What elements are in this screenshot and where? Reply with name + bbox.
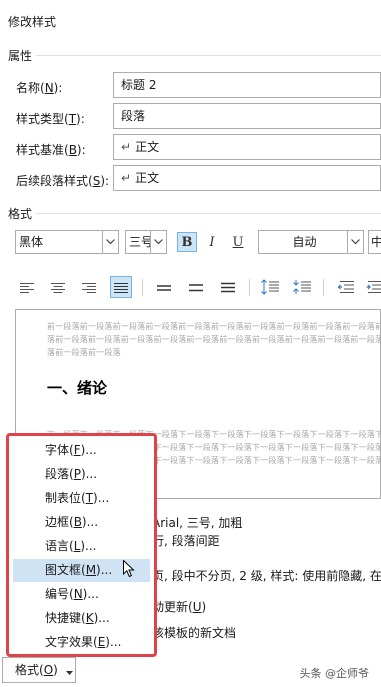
dialog-titlebar	[0, 0, 381, 40]
menu-item-language[interactable]: 语言(L)...	[13, 535, 150, 558]
one-half-spacing-icon[interactable]	[185, 276, 207, 298]
caret-down-icon	[65, 659, 73, 683]
paragraph-mark-icon: ↵	[121, 171, 132, 185]
based-on-label: 样式基准(B):	[16, 143, 86, 157]
style-type-field[interactable]: 段落	[113, 103, 381, 129]
italic-button[interactable]: I	[202, 232, 222, 252]
menu-item-font[interactable]: 字体(F)...	[13, 439, 150, 462]
chevron-down-icon[interactable]	[102, 231, 118, 253]
menu-item-numbering[interactable]: 编号(N)...	[13, 583, 150, 606]
auto-update-checkbox-label[interactable]: 动更新(U)	[152, 598, 206, 615]
format-dropdown-button[interactable]: 格式(O)	[2, 657, 76, 683]
style-description-line: Arial, 三号, 加粗	[152, 516, 243, 530]
properties-section-label: 属性	[8, 49, 33, 63]
menu-item-tabs[interactable]: 制表位(T)...	[13, 487, 150, 510]
new-documents-option-label[interactable]: 该模板的新文档	[152, 624, 236, 641]
dialog-title: 修改样式	[8, 15, 57, 29]
name-field[interactable]: 标题 2	[113, 72, 381, 98]
style-type-label: 样式类型(T):	[16, 112, 85, 126]
toolbar-separator	[323, 279, 324, 296]
paragraph-mark-icon: ↵	[121, 140, 132, 154]
style-description-line: 页, 段中不分页, 2 级, 样式: 使用前隐藏, 在样	[152, 569, 381, 583]
mouse-cursor-icon	[123, 559, 135, 581]
font-color-select[interactable]: 自动	[258, 230, 364, 254]
format-divider	[36, 213, 381, 214]
align-center-icon[interactable]	[47, 276, 69, 298]
format-section-label: 格式	[8, 207, 33, 221]
align-right-icon[interactable]	[78, 276, 100, 298]
justify-icon[interactable]	[110, 276, 132, 298]
menu-item-shortcut-key[interactable]: 快捷键(K)...	[13, 607, 150, 630]
preview-prev-line: 落前一段落前一段落	[47, 348, 121, 357]
properties-divider	[36, 55, 381, 56]
toolbar-separator	[249, 279, 250, 296]
increase-indent-icon[interactable]	[366, 276, 381, 298]
single-spacing-icon[interactable]	[153, 276, 175, 298]
chevron-down-icon[interactable]	[347, 231, 363, 253]
underline-button[interactable]: U	[228, 232, 248, 252]
menu-item-text-effects[interactable]: 文字效果(E)...	[13, 631, 150, 654]
chevron-down-icon[interactable]	[150, 231, 166, 253]
toolbar-separator	[142, 279, 143, 296]
preview-prev-line: 落前一段落前一段落前一段落前一段落前一段落前一段落前一段落前一段落前一段落前一段…	[47, 335, 381, 344]
menu-item-border[interactable]: 边框(B)...	[13, 511, 150, 534]
style-description-line: 行, 段落间距	[152, 534, 220, 548]
bold-button[interactable]: B	[177, 232, 197, 252]
name-label: 名称(N):	[16, 81, 63, 95]
next-style-field[interactable]: ↵ 正文	[113, 165, 381, 191]
next-style-label: 后续段落样式(S):	[16, 174, 110, 188]
size-select[interactable]: 三号	[125, 230, 167, 254]
align-left-icon[interactable]	[16, 276, 38, 298]
decrease-indent-icon[interactable]	[335, 276, 357, 298]
preview-prev-line: 前一段落前一段落前一段落前一段落前一段落前一段落前一段落前一段落前一段落前一段落…	[47, 322, 381, 331]
preview-heading: 一、绪论	[47, 379, 108, 397]
font-select[interactable]: 黑体	[15, 230, 119, 254]
script-select[interactable]: 中	[368, 230, 381, 254]
based-on-field[interactable]: ↵ 正文	[113, 134, 381, 160]
increase-spacing-icon[interactable]	[259, 276, 281, 298]
double-spacing-icon[interactable]	[217, 276, 239, 298]
format-menu: 字体(F)... 段落(P)... 制表位(T)... 边框(B)... 语言(…	[6, 433, 157, 657]
menu-item-paragraph[interactable]: 段落(P)...	[13, 463, 150, 486]
decrease-spacing-icon[interactable]	[291, 276, 313, 298]
watermark-text: 头条 @企师爷	[299, 667, 370, 680]
